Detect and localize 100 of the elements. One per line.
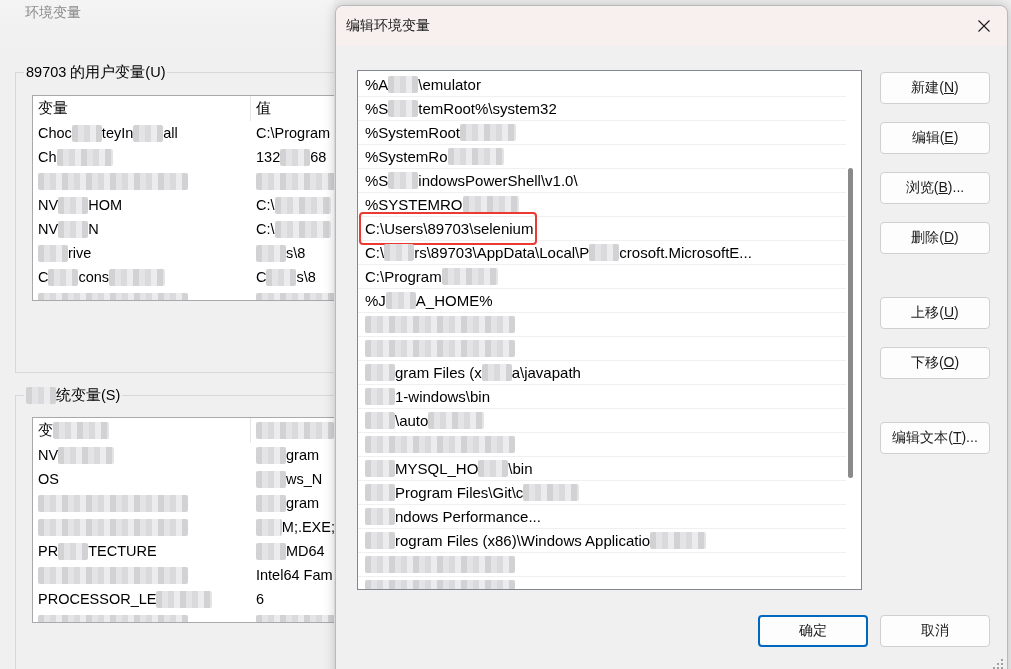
cell-text: Choc <box>38 125 72 141</box>
cell-text: PR <box>38 543 59 559</box>
cell-text: HOM <box>88 197 122 213</box>
dialog-button[interactable]: 新建(N) <box>880 72 990 104</box>
cell-text: teyIn <box>101 125 134 141</box>
cell-text: all <box>163 125 178 141</box>
redaction-block <box>53 422 109 439</box>
cell-text: M;.EXE; <box>281 519 334 535</box>
redaction-block <box>388 76 419 93</box>
cell-text: N <box>88 221 99 237</box>
path-entry[interactable]: 1-windows\bin <box>395 388 491 405</box>
path-entry[interactable]: %SystemRoot <box>365 124 461 141</box>
path-entry[interactable]: temRoot%\system32 <box>418 100 557 117</box>
cell-text: gram <box>286 495 320 511</box>
redaction-block <box>481 364 512 381</box>
cell-text: TECTURE <box>88 543 157 559</box>
cell-text: C:\ <box>256 221 275 237</box>
path-entry[interactable]: %S <box>365 100 389 117</box>
cell-text: NV <box>38 447 59 463</box>
dialog-button[interactable]: 编辑(E) <box>880 122 990 154</box>
redaction-block <box>109 268 166 286</box>
cell-text: s\8 <box>286 245 306 261</box>
redaction-block <box>388 172 419 189</box>
redaction-block <box>256 244 286 262</box>
redaction-block <box>256 446 286 464</box>
path-entry[interactable]: C:\Users\89703\selenium <box>365 220 534 237</box>
redaction-block <box>266 268 297 286</box>
redaction-block <box>58 446 115 464</box>
redaction-block <box>48 268 79 286</box>
path-entry[interactable]: rogram Files (x86)\Windows Applicatio <box>395 532 651 549</box>
path-entry[interactable]: Program Files\Git\c <box>395 484 524 501</box>
redaction-block <box>274 220 331 238</box>
redaction-block <box>478 460 509 477</box>
path-entry[interactable]: MYSQL_HO <box>395 460 479 477</box>
cell-text: NV <box>38 197 59 213</box>
path-entry[interactable]: indowsPowerShell\v1.0\ <box>418 172 578 189</box>
cell-text: Ch <box>38 149 57 165</box>
redaction-block <box>256 542 286 560</box>
dialog-button[interactable]: 浏览(B)... <box>880 172 990 204</box>
cell-text: C <box>38 269 49 285</box>
redaction-block <box>133 124 164 142</box>
dialog-button[interactable]: 删除(D) <box>880 222 990 254</box>
path-entry[interactable]: \bin <box>508 460 533 477</box>
redaction-block <box>256 470 286 488</box>
dialog-button[interactable]: 取消 <box>880 615 990 647</box>
cell-text: NV <box>38 221 59 237</box>
window-title: 环境变量 <box>25 3 81 21</box>
redaction-block <box>365 508 395 525</box>
path-entry[interactable]: %S <box>365 172 389 189</box>
redaction-block <box>650 532 707 549</box>
redaction-block <box>523 484 580 501</box>
path-entry[interactable]: a\javapath <box>511 364 581 381</box>
redaction-block <box>365 388 395 405</box>
dialog-button[interactable]: 下移(O) <box>880 347 990 379</box>
path-entry[interactable]: %A <box>365 76 389 93</box>
column-header[interactable]: 变量 <box>38 99 68 118</box>
cell-text: C <box>256 269 267 285</box>
cell-text: C:\Program <box>256 125 331 141</box>
cell-text: s\8 <box>296 269 316 285</box>
cell-text: rive <box>68 245 92 261</box>
redaction-block <box>365 364 395 381</box>
group-title: 89703 的用户变量(U) <box>26 63 166 81</box>
redaction-block <box>384 244 415 261</box>
path-entry[interactable]: ndows Performance... <box>395 508 541 525</box>
cell-text: C:\ <box>256 197 275 213</box>
path-entry[interactable]: A_HOME% <box>415 292 493 309</box>
redaction-block <box>58 220 89 238</box>
column-header[interactable]: 值 <box>256 99 271 118</box>
path-entry[interactable]: \auto <box>395 412 429 429</box>
path-entry[interactable]: gram Files (x <box>395 364 482 381</box>
resize-grip-icon[interactable] <box>992 658 1004 669</box>
redaction-block <box>26 386 56 404</box>
path-entry[interactable]: %SYSTEMRO <box>365 196 463 213</box>
dialog-button[interactable]: 确定 <box>758 615 868 647</box>
dialog-button[interactable]: 编辑文本(T)... <box>880 422 990 454</box>
path-entry[interactable]: C:\Program <box>365 268 442 285</box>
path-entry[interactable]: \emulator <box>418 76 481 93</box>
path-entry[interactable]: C:\ <box>365 244 385 261</box>
redaction-block <box>58 542 89 560</box>
redaction-block <box>56 148 113 166</box>
cell-text: 68 <box>310 149 327 165</box>
path-entry[interactable]: rs\89703\AppData\Local\P <box>414 244 590 261</box>
redaction-block <box>58 196 89 214</box>
path-entry[interactable]: %J <box>365 292 386 309</box>
redaction-block <box>388 100 419 117</box>
redaction-block <box>385 292 416 309</box>
redaction-block <box>365 412 395 429</box>
scrollbar-thumb[interactable] <box>848 168 853 478</box>
cell-text: 132 <box>256 149 281 165</box>
column-header[interactable]: 变 <box>38 421 53 440</box>
redaction-block <box>274 196 331 214</box>
redaction-block <box>256 518 282 536</box>
path-entry[interactable]: crosoft.MicrosoftE... <box>619 244 752 261</box>
redaction-block <box>460 124 517 141</box>
redaction-block <box>365 484 395 501</box>
redaction-block <box>365 532 395 549</box>
dialog-button[interactable]: 上移(U) <box>880 297 990 329</box>
redaction-block <box>589 244 620 261</box>
redaction-block <box>280 148 311 166</box>
path-entry[interactable]: %SystemRo <box>365 148 448 165</box>
